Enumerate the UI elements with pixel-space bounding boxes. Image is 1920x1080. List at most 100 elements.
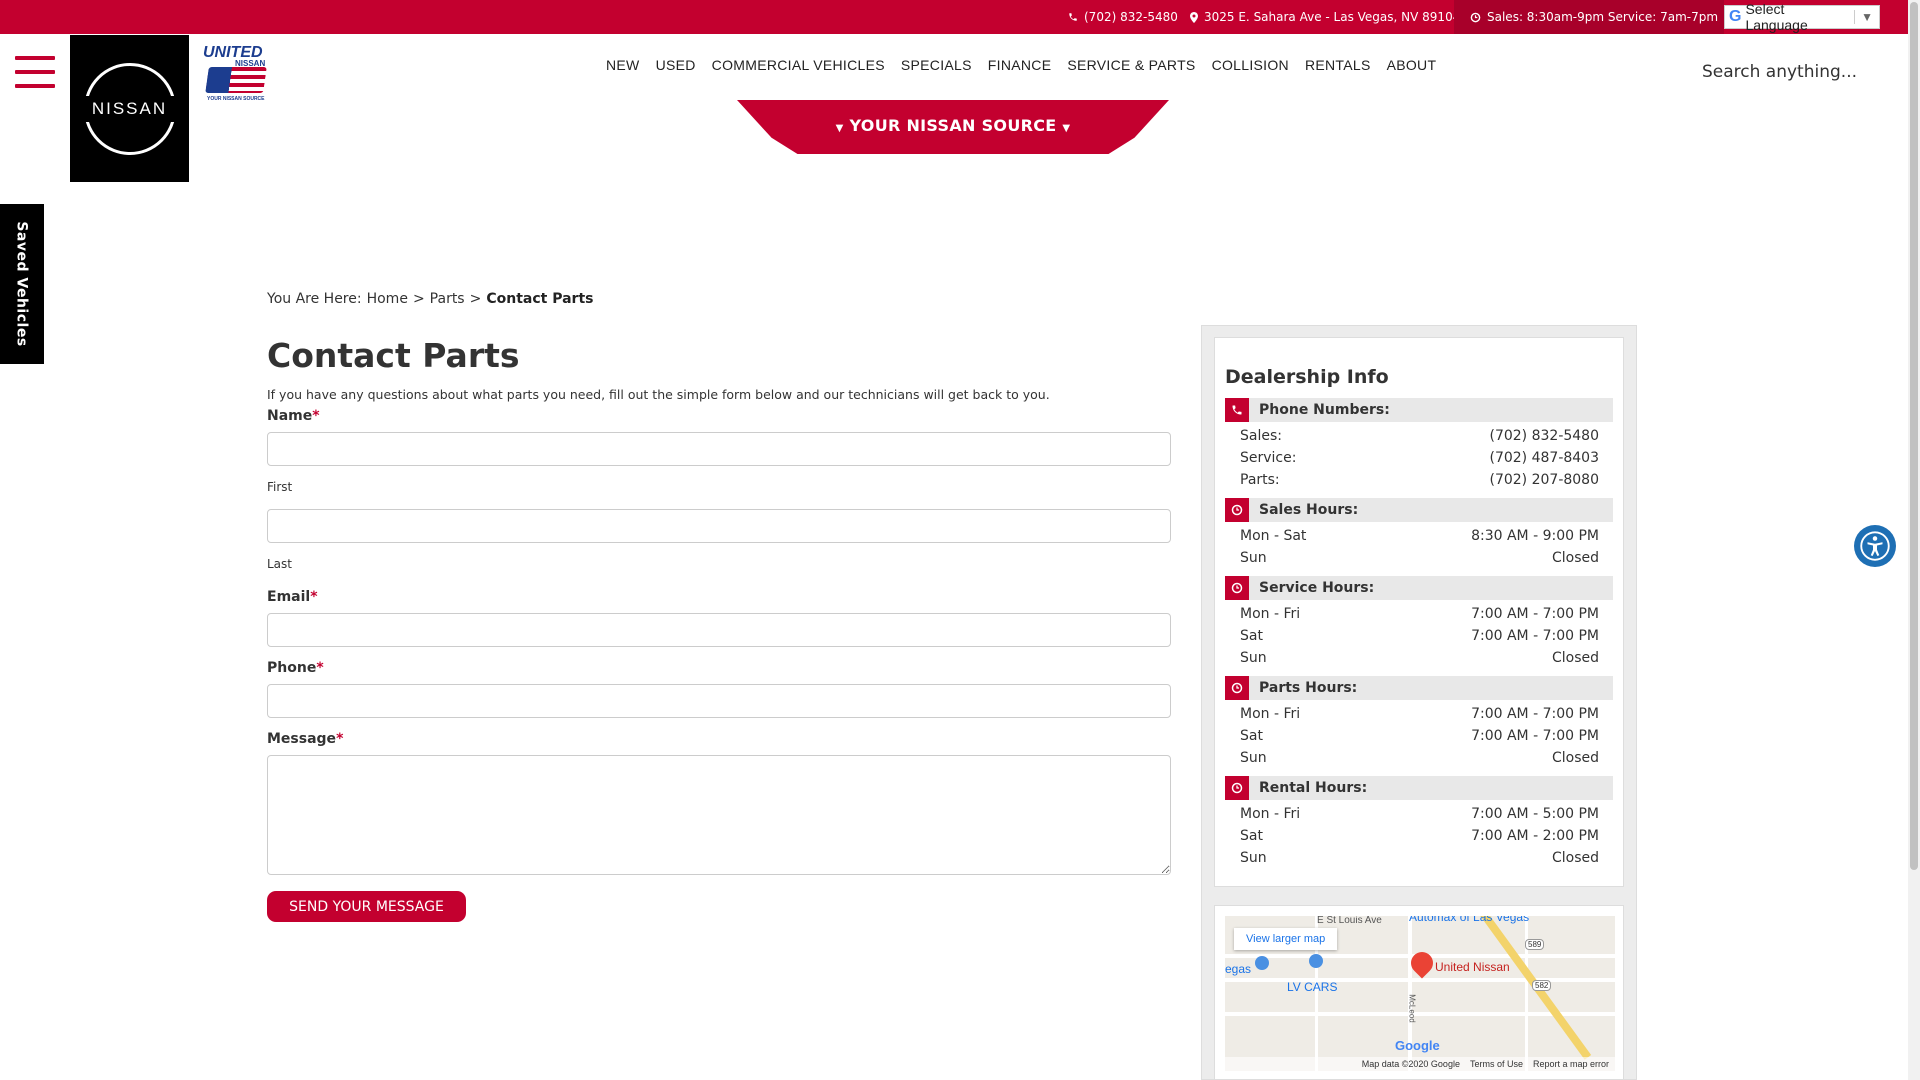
nav-item-used[interactable]: USED [648,57,704,77]
phone-icon [1069,13,1077,21]
info-row-value: 7:00 AM - 7:00 PM [1471,706,1599,722]
map-street-label: McLeod [1407,994,1417,1023]
shopping-pin-icon [1255,956,1269,970]
map-pin-icon [1190,11,1198,23]
section-title: Service Hours: [1259,580,1375,596]
info-row-label: Sat [1240,828,1263,844]
clock-icon [1225,776,1249,800]
map-street-label: E St Louis Ave [1317,916,1382,926]
phone-icon [1225,398,1249,422]
caret-down-icon: ▼ [835,123,844,134]
service-hours-header: Service Hours: [1225,576,1613,600]
parts-hours-header: Parts Hours: [1225,676,1613,700]
info-row-value: Closed [1551,750,1599,766]
topbar-phone[interactable]: (702) 832-5480 [1068,0,1178,34]
caret-down-icon: ▼ [1062,123,1071,134]
info-row-value: Closed [1551,650,1599,666]
info-row-label: Mon - Sat [1240,528,1307,544]
accessibility-icon[interactable] [1854,525,1896,567]
info-row: Mon - Fri 7:00 AM - 7:00 PM [1240,706,1599,726]
email-label-text: Email [267,589,311,605]
nav-item-new[interactable]: NEW [598,57,648,77]
message-field[interactable] [267,755,1171,875]
top-info-bar: (702) 832-5480 3025 E. Sahara Ave - Las … [0,0,1920,34]
info-row: Sun Closed [1240,750,1599,770]
info-row: Parts: (702) 207-8080 [1240,472,1599,492]
info-row: Mon - Sat 8:30 AM - 9:00 PM [1240,528,1599,548]
info-row-label: Service: [1240,450,1297,466]
section-title: Parts Hours: [1259,680,1358,696]
send-message-button[interactable]: SEND YOUR MESSAGE [267,891,466,922]
dropdown-arrow-icon: ▼ [1854,10,1873,24]
email-field[interactable] [267,613,1171,647]
shopping-pin-icon [1309,954,1323,968]
required-marker: * [336,731,344,747]
name-label: Name* [267,408,320,424]
first-name-field[interactable] [267,432,1171,466]
rental-hours-header: Rental Hours: [1225,776,1613,800]
breadcrumb-separator: > [412,291,425,307]
topbar-hours: Sales: 8:30am-9pm Service: 7am-7pm [1470,0,1718,34]
nav-item-service-parts[interactable]: SERVICE & PARTS [1059,57,1203,77]
info-row-label: Sun [1240,750,1267,766]
clock-icon [1225,576,1249,600]
ribbon-label-row: ▼ YOUR NISSAN SOURCE ▼ [737,116,1169,135]
name-label-text: Name [267,408,313,424]
language-select-label: Select Language [1745,1,1808,33]
scrollbar-thumb[interactable] [1910,2,1918,870]
parts-phone-link[interactable]: (702) 207-8080 [1490,472,1600,492]
breadcrumb-separator: > [469,291,482,307]
info-row-value: 7:00 AM - 5:00 PM [1471,806,1599,822]
saved-vehicles-tab[interactable]: Saved Vehicles [0,204,44,364]
united-nissan-logo[interactable]: UNITED NISSAN YOUR NISSAN SOURCE [203,45,273,105]
info-row-label: Parts: [1240,472,1280,488]
form-intro: If you have any questions about what par… [267,387,1050,402]
info-row-value: Closed [1551,850,1599,866]
page-scrollbar[interactable] [1908,0,1920,1080]
nav-item-finance[interactable]: FINANCE [980,57,1060,77]
map-place-label: egas [1225,962,1252,976]
service-phone-link[interactable]: (702) 487-8403 [1490,450,1600,470]
info-row: Mon - Fri 7:00 AM - 5:00 PM [1240,806,1599,826]
phone-field[interactable] [267,684,1171,718]
map-canvas[interactable]: E St Louis Ave Automax of Las Vegas View… [1225,916,1615,1071]
info-row: Service: (702) 487-8403 [1240,450,1599,470]
map-place-label: Automax of Las Vegas [1409,916,1530,924]
nissan-source-dropdown[interactable]: ▼ YOUR NISSAN SOURCE ▼ [737,100,1169,154]
section-title: Phone Numbers: [1259,402,1390,418]
phone-label-text: Phone [267,660,317,676]
nav-item-specials[interactable]: SPECIALS [893,57,980,77]
route-shield: 589 [1525,939,1545,950]
breadcrumb-home[interactable]: Home [367,291,408,307]
search-input[interactable]: Search anything... [1702,62,1857,82]
map-embed: E St Louis Ave Automax of Las Vegas View… [1214,905,1624,1080]
info-row-label: Mon - Fri [1240,806,1301,822]
breadcrumb-parts[interactable]: Parts [430,291,465,307]
nav-item-collision[interactable]: COLLISION [1204,57,1297,77]
nav-item-rentals[interactable]: RENTALS [1297,57,1379,77]
sales-phone-link[interactable]: (702) 832-5480 [1490,428,1600,448]
map-report-link[interactable]: Report a map error [1533,1059,1609,1069]
map-place-label: LV CARS [1287,980,1338,994]
last-name-field[interactable] [267,509,1171,543]
info-row-label: Mon - Fri [1240,606,1301,622]
topbar-address[interactable]: 3025 E. Sahara Ave - Las Vegas, NV 89104 [1190,0,1460,34]
info-row: Mon - Fri 7:00 AM - 7:00 PM [1240,606,1599,626]
section-title: Rental Hours: [1259,780,1368,796]
message-label: Message* [267,731,343,747]
language-select[interactable]: G Select Language ▼ [1724,1,1880,33]
route-shield: 582 [1532,980,1552,991]
google-logo: Google [1395,1038,1440,1053]
nissan-logo[interactable]: NISSAN [70,35,189,182]
info-row-value: Closed [1551,550,1599,566]
breadcrumb-current: Contact Parts [486,291,594,307]
nav-item-about[interactable]: ABOUT [1379,57,1445,77]
map-terms-link[interactable]: Terms of Use [1470,1059,1523,1069]
phone-label: Phone* [267,660,324,676]
nav-item-commercial-vehicles[interactable]: COMMERCIAL VEHICLES [704,57,893,77]
required-marker: * [312,408,320,424]
view-larger-map-link[interactable]: View larger map [1234,928,1338,950]
nissan-logo-ring: NISSAN [72,62,187,155]
main-navigation: NEW USED COMMERCIAL VEHICLES SPECIALS FI… [598,57,1444,77]
hamburger-menu-icon[interactable] [15,56,55,88]
